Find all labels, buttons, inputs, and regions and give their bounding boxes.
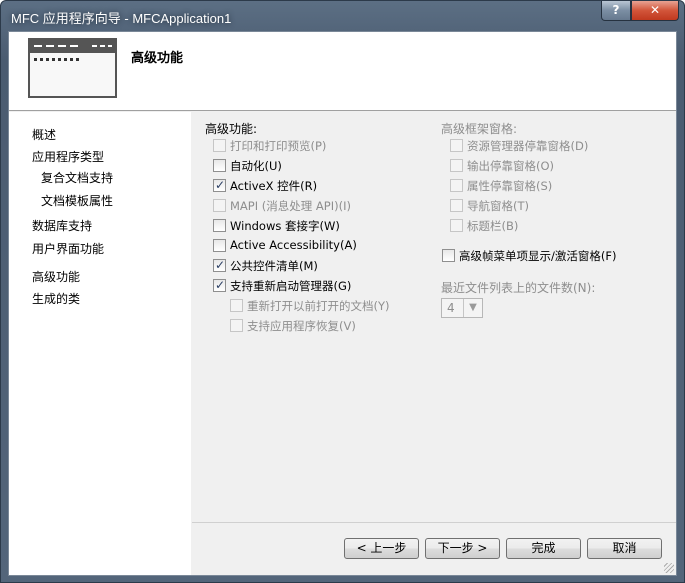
nav-item-generated-classes[interactable]: 生成的类 (32, 290, 80, 307)
resize-grip[interactable] (664, 563, 674, 573)
nav-item-application-type[interactable]: 应用程序类型 (32, 148, 104, 165)
wizard-client-area: 高级功能 概述 应用程序类型 复合文档支持 文档模板属性 数据库支持 用户界面功… (8, 31, 677, 576)
nav-item-database[interactable]: 数据库支持 (32, 217, 92, 234)
help-button[interactable]: ? (601, 1, 631, 21)
wizard-navigation: 概述 应用程序类型 复合文档支持 文档模板属性 数据库支持 用户界面功能 高级功… (9, 112, 191, 575)
nav-item-advanced-features[interactable]: 高级功能 (32, 268, 80, 285)
nav-item-overview[interactable]: 概述 (32, 126, 56, 143)
mru-file-count-dropdown[interactable]: 4 ▼ (441, 298, 483, 318)
nav-item-compound-document[interactable]: 复合文档支持 (41, 169, 113, 186)
page-title: 高级功能 (131, 51, 184, 66)
mru-file-count-label: 最近文件列表上的文件数(N): (441, 281, 596, 295)
close-button[interactable]: ✕ (631, 1, 679, 21)
title-bar[interactable]: MFC 应用程序向导 - MFCApplication1 ? ✕ (1, 1, 684, 31)
window-title: MFC 应用程序向导 - MFCApplication1 (11, 11, 232, 26)
cancel-button[interactable]: 取消 (587, 538, 662, 559)
advanced-features-heading: 高级功能: (205, 122, 258, 136)
previous-button[interactable]: < 上一步 (344, 538, 419, 559)
next-button[interactable]: 下一步 > (425, 538, 500, 559)
options-panel: 高级功能: 打印和打印预览(P) 自动化(U) ✓ ActiveX 控件(R) M… (192, 112, 676, 522)
nav-item-user-interface[interactable]: 用户界面功能 (32, 240, 104, 257)
chevron-down-icon: ▼ (463, 299, 482, 317)
footer-divider (192, 522, 676, 523)
nav-item-document-template[interactable]: 文档模板属性 (41, 192, 113, 209)
advanced-frame-panes-heading: 高级框架窗格: (441, 122, 518, 136)
window-illustration-icon (28, 38, 117, 98)
mru-file-count-value: 4 (447, 301, 455, 315)
wizard-window: MFC 应用程序向导 - MFCApplication1 ? ✕ 高级功能 概述… (0, 0, 685, 583)
finish-button[interactable]: 完成 (506, 538, 581, 559)
wizard-header: 高级功能 (9, 32, 676, 111)
